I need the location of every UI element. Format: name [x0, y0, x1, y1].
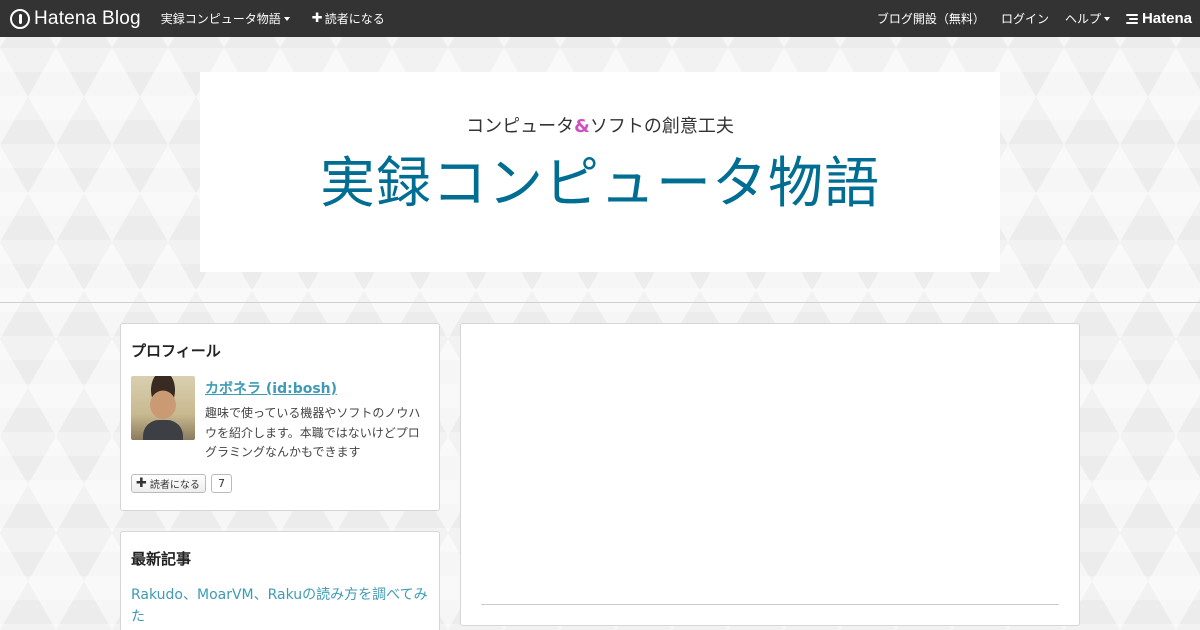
hatena-mark-icon [1125, 13, 1138, 25]
login-link[interactable]: ログイン [1001, 0, 1049, 37]
subscriber-count: 7 [211, 474, 232, 493]
hatena-blog-icon [10, 8, 30, 29]
header-divider [0, 302, 1200, 303]
brand-text: Hatena Blog [34, 7, 141, 29]
global-header: Hatena Blog 実録コンピュータ物語 ✚ 読者になる ブログ開設（無料）… [0, 0, 1200, 37]
subscribe-link[interactable]: ✚ 読者になる [312, 0, 385, 37]
blog-title[interactable]: 実録コンピュータ物語 [200, 138, 1000, 218]
subscribe-button[interactable]: ✚ 読者になる [131, 474, 206, 493]
profile-name-link[interactable]: カボネラ (id:bosh) [205, 378, 337, 398]
blog-menu-label: 実録コンピュータ物語 [160, 12, 281, 26]
subscribe-button-label: 読者になる [149, 480, 200, 491]
tagline-pre: コンピュータ [466, 116, 575, 137]
subscribe-link-label: 読者になる [324, 12, 385, 26]
tagline-post: ソフトの創意工夫 [589, 116, 734, 137]
chevron-down-icon [283, 16, 290, 21]
tagline-amp: & [574, 116, 590, 137]
blog-header: コンピュータ&ソフトの創意工夫 実録コンピュータ物語 [200, 72, 1000, 272]
profile-description: 趣味で使っている機器やソフトのノウハウを紹介します。本職ではないけどプログラミン… [205, 406, 421, 459]
profile-module: プロフィール カボネラ (id:bosh) 趣味で使っている機器やソフトのノウハ… [120, 323, 440, 511]
open-blog-link[interactable]: ブログ開設（無料） [877, 0, 985, 37]
entry-divider [481, 604, 1059, 605]
avatar[interactable] [131, 376, 195, 440]
login-label: ログイン [1000, 12, 1049, 26]
recent-entries-module: 最新記事 Rakudo、MoarVM、Rakuの読み方を調べてみた [120, 531, 440, 630]
plus-icon: ✚ [311, 11, 323, 26]
blog-tagline: コンピュータ&ソフトの創意工夫 [200, 112, 1000, 138]
profile-heading: プロフィール [131, 342, 221, 360]
hatena-blog-logo[interactable]: Hatena Blog [10, 0, 141, 37]
recent-heading: 最新記事 [131, 550, 192, 568]
plus-icon: ✚ [136, 476, 147, 491]
open-blog-label: ブログ開設（無料） [876, 12, 985, 26]
chevron-down-icon [1103, 16, 1110, 21]
help-label: ヘルプ [1064, 12, 1101, 26]
hatena-logo[interactable]: Hatena [1125, 0, 1192, 37]
help-menu[interactable]: ヘルプ [1065, 0, 1110, 37]
main-content [460, 323, 1080, 626]
recent-entry-link[interactable]: Rakudo、MoarVM、Rakuの読み方を調べてみた [131, 584, 431, 628]
blog-menu[interactable]: 実録コンピュータ物語 [161, 0, 290, 37]
hatena-logo-text: Hatena [1141, 10, 1192, 27]
